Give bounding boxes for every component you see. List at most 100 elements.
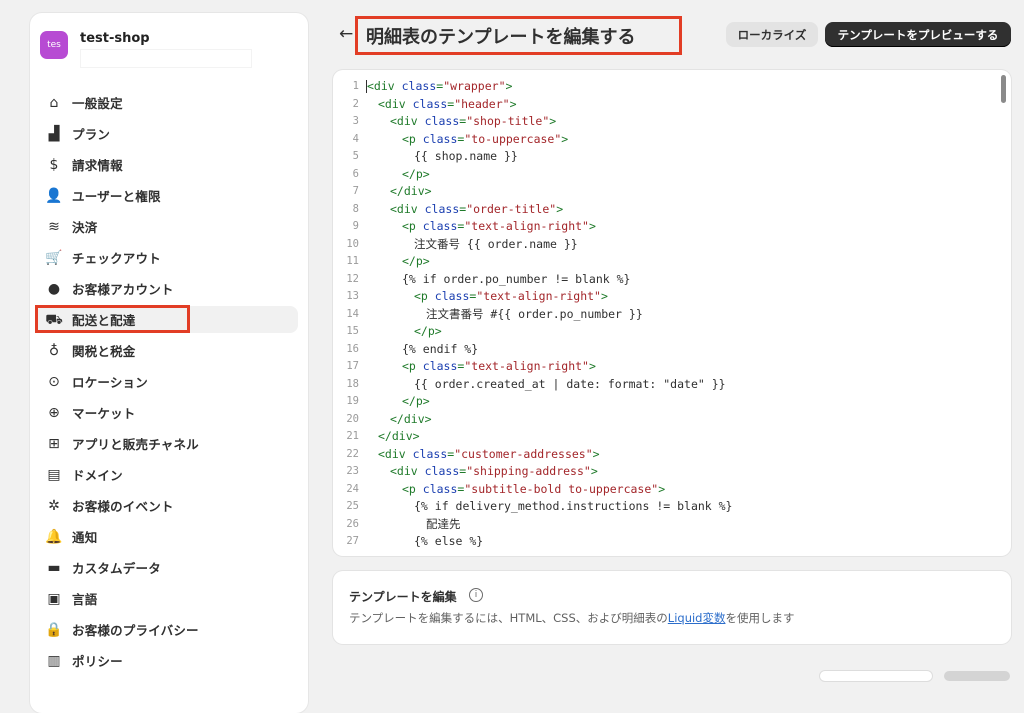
code-token: "shop-title" xyxy=(466,114,550,128)
code-line[interactable]: 配達先 xyxy=(366,516,991,534)
code-line[interactable]: {% else %} xyxy=(366,533,991,551)
code-line[interactable]: </div> xyxy=(366,183,991,201)
line-number: 20 xyxy=(346,412,359,425)
sidebar-item[interactable]: ≋ 決済 xyxy=(36,213,298,240)
code-line[interactable]: <div class="shop-title"> xyxy=(366,113,991,131)
code-line[interactable]: <p class="text-align-right"> xyxy=(366,288,991,306)
sidebar-item[interactable]: ⊕ マーケット xyxy=(36,399,298,426)
line-number: 2 xyxy=(352,97,359,110)
sidebar-item[interactable]: ✲ お客様のイベント xyxy=(36,492,298,519)
code-line[interactable]: </div> xyxy=(366,411,991,429)
line-number: 9 xyxy=(352,220,359,232)
line-number: 17 xyxy=(346,360,359,372)
sidebar-item[interactable]: 👤 ユーザーと権限 xyxy=(36,182,298,209)
code-line[interactable]: <p class="to-uppercase"> xyxy=(366,131,991,149)
line-number: 18 xyxy=(346,377,359,390)
code-line[interactable]: 注文番号 {{ order.name }} xyxy=(366,236,991,254)
back-arrow-icon[interactable]: ← xyxy=(339,24,353,44)
line-number: 19 xyxy=(346,395,359,407)
sidebar-item[interactable]: ▤ ドメイン xyxy=(36,461,298,488)
sidebar-item[interactable]: ▥ ポリシー xyxy=(36,647,298,674)
code-line[interactable]: <div class="order-title"> xyxy=(366,201,991,219)
lock-icon: 🔒 xyxy=(45,621,63,638)
shop-url-field xyxy=(80,49,252,68)
line-number: 13 xyxy=(346,290,359,302)
code-content[interactable]: <div class="wrapper"> <div class="header"… xyxy=(366,78,991,551)
code-token: {{ order.created_at | date: format: "dat… xyxy=(414,376,726,391)
line-number: 11 xyxy=(346,255,359,267)
code-line[interactable]: {{ order.created_at | date: format: "dat… xyxy=(366,376,991,394)
code-line[interactable]: </p> xyxy=(366,166,991,184)
code-token: "text-align-right" xyxy=(464,359,589,373)
code-token: "text-align-right" xyxy=(464,219,589,233)
code-token: class xyxy=(424,114,460,128)
shop-header[interactable]: tes test-shop xyxy=(40,31,300,71)
line-number: 15 xyxy=(346,325,359,337)
sidebar-item-label: ロケーション xyxy=(72,375,148,390)
sidebar-item[interactable]: ⛟ 配送と配達 xyxy=(36,306,298,333)
line-number-gutter: 1 2 3 4 5 6 7 8 9 10 11 12 13 14 15 16 17 18 19 20 21 22 23 24 2… xyxy=(333,78,359,551)
code-token: class xyxy=(424,464,460,478)
sidebar-item[interactable]: ⊙ ロケーション xyxy=(36,368,298,395)
code-token: "wrapper" xyxy=(443,79,506,93)
code-line[interactable]: </p> xyxy=(366,323,991,341)
code-line[interactable]: </div> xyxy=(366,428,991,446)
code-token: > xyxy=(505,79,513,93)
code-token: <div xyxy=(390,114,425,128)
code-line[interactable]: <p class="text-align-right"> xyxy=(366,358,991,376)
code-token: > xyxy=(658,481,666,496)
apps-icon: ⊞ xyxy=(48,435,60,452)
code-line[interactable]: <p class="subtitle-bold to-uppercase"> xyxy=(366,481,991,499)
code-line[interactable]: {% if order.po_number != blank %} xyxy=(366,271,991,289)
save-button[interactable] xyxy=(944,671,1010,681)
sidebar-item[interactable]: ▣ 言語 xyxy=(36,585,298,612)
code-line[interactable]: {% endif %} xyxy=(366,341,991,359)
code-editor[interactable]: 1 2 3 4 5 6 7 8 9 10 11 12 13 14 15 16 17 18 19 20 21 22 23 24 2… xyxy=(333,70,1011,556)
secondary-footer-button[interactable] xyxy=(820,671,932,681)
sidebar-item[interactable]: ▬ カスタムデータ xyxy=(36,554,298,581)
code-token: <div xyxy=(390,464,425,478)
code-line[interactable]: </p> xyxy=(366,253,991,271)
line-number: 24 xyxy=(346,482,359,495)
line-number: 6 xyxy=(352,167,359,180)
code-token: {{ shop.name }} xyxy=(414,149,518,163)
sidebar-item[interactable]: ♁ 関税と税金 xyxy=(36,337,298,364)
sidebar-item-label: 通知 xyxy=(72,530,98,545)
info-icon[interactable]: i xyxy=(469,588,483,602)
sidebar-item[interactable]: 🔒 お客様のプライバシー xyxy=(36,616,298,643)
code-token: <div xyxy=(367,79,402,93)
code-line[interactable]: {{ shop.name }} xyxy=(366,148,991,166)
settings-sidebar: tes test-shop ⌂ 一般設定 ▟ プラン $ 請求情報 👤 ユーザーと権限 ≋ 決済 🛒… xyxy=(30,13,308,713)
code-token: 注文書番号 #{{ order.po_number }} xyxy=(426,306,643,321)
description-before: テンプレートを編集するには、HTML、CSS、および明細表の xyxy=(349,611,668,625)
sidebar-item[interactable]: $ 請求情報 xyxy=(36,151,298,178)
code-token: > xyxy=(588,359,596,373)
sidebar-item[interactable]: ● お客様アカウント xyxy=(36,275,298,302)
code-line[interactable]: 注文書番号 #{{ order.po_number }} xyxy=(366,306,991,324)
code-token: class xyxy=(424,201,460,216)
code-line[interactable]: <div class="shipping-address"> xyxy=(366,463,991,481)
code-token: class xyxy=(434,289,470,303)
sidebar-item[interactable]: ⌂ 一般設定 xyxy=(36,89,298,116)
sidebar-item[interactable]: 🛒 チェックアウト xyxy=(36,244,298,271)
code-line[interactable]: </p> xyxy=(366,393,991,411)
line-number: 14 xyxy=(346,307,359,320)
store-icon: ⌂ xyxy=(49,94,59,111)
sidebar-item[interactable]: 🔔 通知 xyxy=(36,523,298,550)
localize-button[interactable]: ローカライズ xyxy=(726,22,818,47)
editor-scrollbar[interactable] xyxy=(1001,75,1006,103)
code-line[interactable]: {% if delivery_method.instructions != bl… xyxy=(366,498,991,516)
shop-avatar: tes xyxy=(40,31,68,59)
code-line[interactable]: <div class="header"> xyxy=(366,96,991,114)
sidebar-item[interactable]: ⊞ アプリと販売チャネル xyxy=(36,430,298,457)
code-token: "customer-addresses" xyxy=(454,446,593,461)
tax-icon: ♁ xyxy=(48,342,60,359)
liquid-variables-link[interactable]: Liquid変数 xyxy=(668,611,726,625)
sidebar-item-label: カスタムデータ xyxy=(72,561,161,576)
code-line[interactable]: <div class="wrapper"> xyxy=(366,78,991,96)
sidebar-item[interactable]: ▟ プラン xyxy=(36,120,298,147)
code-line[interactable]: <div class="customer-addresses"> xyxy=(366,446,991,464)
code-line[interactable]: <p class="text-align-right"> xyxy=(366,218,991,236)
line-number: 10 xyxy=(346,237,359,250)
preview-template-button[interactable]: テンプレートをプレビューする xyxy=(825,22,1011,47)
